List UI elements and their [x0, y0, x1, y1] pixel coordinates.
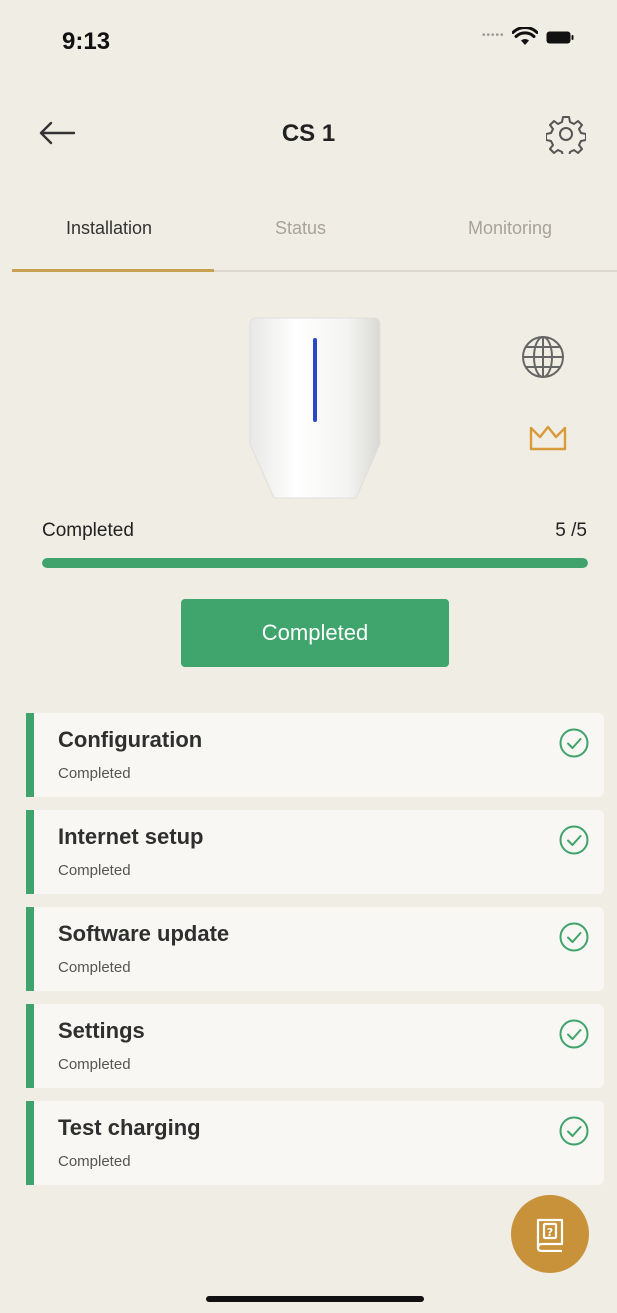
- wifi-icon: [512, 27, 538, 45]
- progress-label: Completed: [42, 520, 134, 541]
- check-circle-icon: [559, 825, 589, 855]
- step-status: Completed: [58, 862, 131, 879]
- tab-monitoring[interactable]: Monitoring: [468, 218, 552, 239]
- help-button[interactable]: ?: [511, 1195, 589, 1273]
- check-circle-icon: [559, 728, 589, 758]
- progress-bar-fill: [42, 558, 588, 568]
- progress-bar: [42, 558, 588, 568]
- status-bar: 9:13 •••••: [0, 0, 617, 90]
- globe-icon[interactable]: [520, 334, 566, 380]
- check-circle-icon: [559, 1116, 589, 1146]
- check-circle-icon: [559, 922, 589, 952]
- svg-text:?: ?: [547, 1226, 553, 1239]
- signal-icon: •••••: [482, 30, 505, 41]
- step-internet-setup[interactable]: Internet setup Completed: [26, 810, 604, 894]
- tab-installation[interactable]: Installation: [66, 218, 152, 239]
- manual-book-icon: ?: [536, 1218, 564, 1252]
- progress-count: 5 /5: [555, 520, 587, 541]
- step-status: Completed: [58, 1056, 131, 1073]
- step-test-charging[interactable]: Test charging Completed: [26, 1101, 604, 1185]
- gear-icon[interactable]: [546, 114, 586, 154]
- step-status: Completed: [58, 765, 131, 782]
- step-title: Test charging: [58, 1115, 201, 1140]
- battery-icon: [546, 31, 574, 44]
- step-title: Configuration: [58, 727, 203, 752]
- tab-bar: Installation Status Monitoring: [12, 200, 617, 272]
- step-status: Completed: [58, 1153, 131, 1170]
- step-configuration[interactable]: Configuration Completed: [26, 713, 604, 797]
- check-circle-icon: [559, 1019, 589, 1049]
- tab-status[interactable]: Status: [275, 218, 326, 239]
- status-time: 9:13: [62, 28, 111, 55]
- page-title: CS 1: [281, 120, 336, 147]
- step-title: Settings: [58, 1018, 145, 1043]
- step-software-update[interactable]: Software update Completed: [26, 907, 604, 991]
- active-tab-indicator: [12, 269, 214, 272]
- step-status: Completed: [58, 959, 131, 976]
- step-title: Internet setup: [58, 824, 204, 849]
- step-title: Software update: [58, 921, 230, 946]
- step-settings[interactable]: Settings Completed: [26, 1004, 604, 1088]
- charging-station-image: [249, 317, 381, 499]
- home-indicator: [206, 1296, 424, 1302]
- crown-icon[interactable]: [528, 424, 568, 452]
- nav-header: CS 1: [0, 100, 617, 170]
- installation-steps-list: Configuration Completed Internet setup C…: [26, 713, 604, 1198]
- completed-button[interactable]: Completed: [181, 599, 449, 667]
